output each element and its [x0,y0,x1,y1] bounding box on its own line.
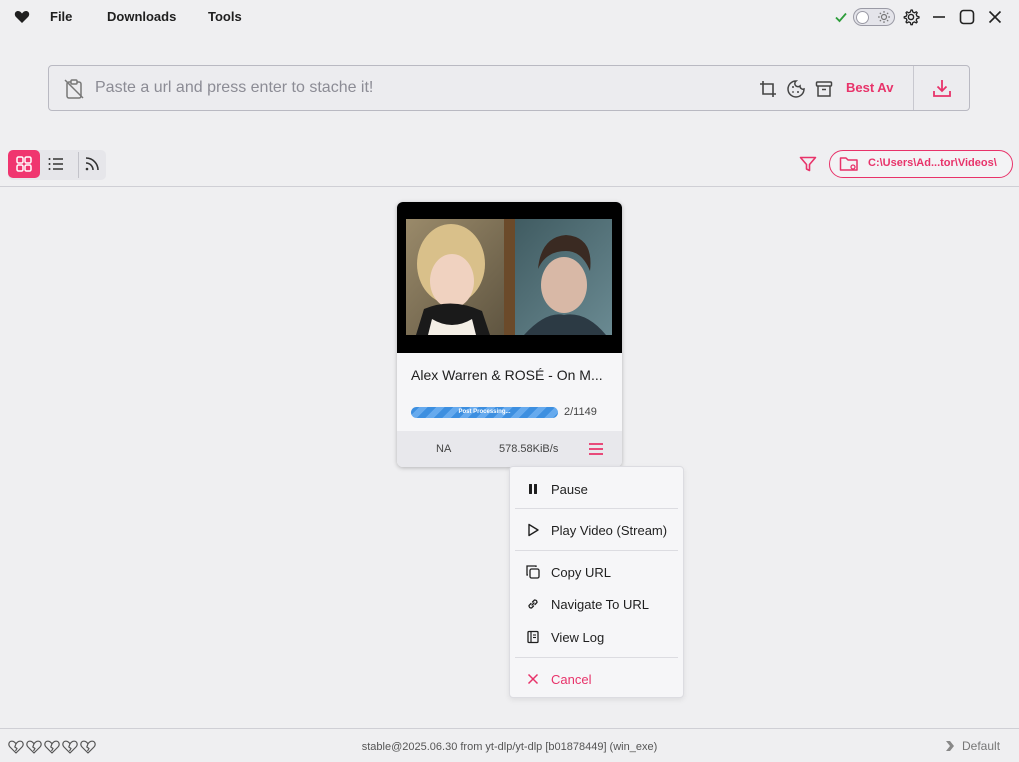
pause-icon [526,482,540,496]
rss-icon [85,157,99,171]
download-folder-button[interactable]: C:\Users\Ad...tor\Videos\ [829,150,1013,178]
video-thumbnail [397,202,622,353]
menu-item-pause[interactable]: Pause [510,475,683,503]
log-icon [526,630,540,644]
menu-item-cancel[interactable]: Cancel [510,665,683,693]
close-icon [526,672,540,686]
maximize-icon[interactable] [958,8,976,26]
menu-file[interactable]: File [50,9,72,24]
download-path: C:\Users\Ad...tor\Videos\ [868,157,997,169]
link-icon [526,597,540,611]
progress-label: Post Processing... [458,409,511,415]
url-input[interactable] [95,74,735,102]
copy-icon [526,565,540,579]
theme-toggle[interactable] [853,8,895,26]
chevron-right-icon [946,741,954,751]
menu-item-copy-url[interactable]: Copy URL [510,558,683,586]
menu-item-label: Play Video (Stream) [551,523,668,538]
view-mode-group [8,150,106,180]
menu-item-label: Cancel [551,672,592,687]
settings-gear-icon[interactable] [902,8,920,26]
clipboard-off-icon[interactable] [63,78,85,100]
menu-item-play-video[interactable]: Play Video (Stream) [510,516,683,544]
download-icon[interactable] [931,77,953,99]
progress-bar: Post Processing... [411,407,558,418]
profile-selector[interactable]: Default [944,739,1000,753]
title-bar: File Downloads Tools [0,0,1019,34]
quality-selector[interactable]: Best Av [846,80,893,95]
version-info: stable@2025.06.30 from yt-dlp/yt-dlp [b0… [361,741,658,753]
status-bar: stable@2025.06.30 from yt-dlp/yt-dlp [b0… [0,728,1019,762]
cookie-icon[interactable] [786,79,806,99]
filter-icon[interactable] [798,154,818,174]
menu-item-view-log[interactable]: View Log [510,623,683,651]
download-card[interactable]: Alex Warren & ROSÉ - On M... Post Proces… [397,202,622,467]
url-bar: Best Av [48,65,970,111]
menu-item-label: Pause [551,482,588,497]
archive-icon[interactable] [814,79,834,99]
menu-downloads[interactable]: Downloads [107,9,176,24]
menu-separator [515,657,678,658]
profile-label: Default [962,739,1001,753]
download-speed: 578.58KiB/s [499,443,559,455]
url-divider [913,66,914,110]
menu-tools[interactable]: Tools [208,9,242,24]
toggle-knob [856,10,869,24]
context-menu: Pause Play Video (Stream) Copy URL Navig… [509,466,684,698]
list-view-button[interactable] [40,150,72,178]
menu-item-navigate-url[interactable]: Navigate To URL [510,590,683,618]
grid-view-button[interactable] [8,150,40,178]
video-title: Alex Warren & ROSÉ - On M... [411,367,603,383]
menu-separator [515,550,678,551]
menu-item-label: Navigate To URL [551,597,650,612]
grid-icon [16,156,32,172]
folder-settings-icon [839,155,859,173]
list-icon [48,158,63,170]
card-footer: NA 578.58KiB/s [397,431,622,467]
file-size: NA [436,443,452,455]
sun-icon [877,10,891,24]
play-icon [526,523,540,537]
rss-view-button[interactable] [78,150,106,178]
menu-item-label: View Log [551,630,605,645]
menu-separator [515,508,678,509]
check-icon [833,9,849,25]
progress-count: 2/1149 [564,406,597,418]
menu-icon[interactable] [587,441,605,457]
crop-icon[interactable] [758,79,778,99]
toolbar-divider [0,186,1019,187]
close-window-icon[interactable] [986,8,1004,26]
heart-logo-icon [14,9,30,25]
menu-item-label: Copy URL [551,565,611,580]
minimize-icon[interactable] [930,8,948,26]
